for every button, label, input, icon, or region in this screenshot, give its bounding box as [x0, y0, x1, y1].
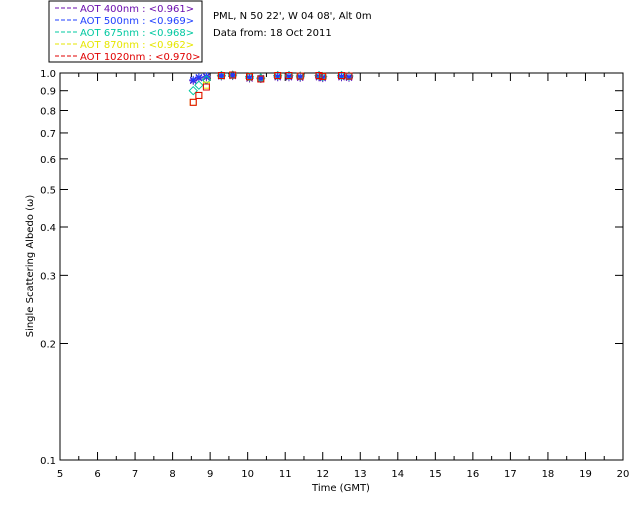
- legend-label: AOT 500nm : <0.969>: [80, 16, 194, 27]
- x-tick-label: 13: [354, 469, 367, 480]
- data-point: [195, 91, 203, 99]
- legend-label: AOT 675nm : <0.968>: [80, 28, 194, 39]
- x-tick-label: 11: [279, 469, 292, 480]
- x-tick-label: 8: [169, 469, 175, 480]
- y-tick-label: 0.8: [40, 107, 56, 118]
- chart: AOT 400nm : <0.961>AOT 500nm : <0.969>AO…: [25, 0, 630, 494]
- header-info: PML, N 50 22', W 04 08', Alt 0m Data fro…: [213, 11, 372, 39]
- x-tick-label: 10: [241, 469, 254, 480]
- y-tick-label: 0.7: [40, 129, 56, 140]
- y-axis-label: Single Scattering Albedo (ω): [25, 195, 36, 338]
- y-tick-label: 0.5: [40, 185, 56, 196]
- data-point: [202, 83, 210, 91]
- x-tick-label: 17: [504, 469, 517, 480]
- data-point: [189, 98, 197, 106]
- y-tick-label: 0.4: [40, 223, 56, 234]
- x-tick-label: 15: [429, 469, 442, 480]
- y-axis: 1.0 0.9 0.8 0.7 0.6 0.5 0.4 0.3 0.2 0.1: [40, 69, 623, 467]
- x-tick-label: 7: [132, 469, 138, 480]
- date-info: Data from: 18 Oct 2011: [213, 28, 332, 39]
- data-point: [195, 91, 203, 99]
- legend-label: AOT 1020nm : <0.970>: [80, 52, 200, 63]
- data-point: [194, 73, 203, 82]
- y-tick-label: 0.2: [40, 340, 56, 351]
- legend-label: AOT 870nm : <0.962>: [80, 40, 194, 51]
- x-tick-label: 9: [207, 469, 213, 480]
- y-tick-label: 0.1: [40, 456, 56, 467]
- y-tick-label: 1.0: [40, 69, 56, 80]
- y-tick-label: 0.3: [40, 271, 56, 282]
- y-tick-label: 0.9: [40, 87, 56, 98]
- plot-area: [59, 72, 624, 461]
- x-tick-label: 5: [57, 469, 63, 480]
- x-tick-label: 14: [391, 469, 404, 480]
- site-info: PML, N 50 22', W 04 08', Alt 0m: [213, 11, 372, 22]
- data-point: [189, 98, 197, 106]
- x-tick-label: 6: [94, 469, 100, 480]
- x-tick-label: 20: [617, 469, 630, 480]
- x-axis-label: Time (GMT): [311, 483, 370, 494]
- legend-label: AOT 400nm : <0.961>: [80, 4, 194, 15]
- x-tick-label: 16: [466, 469, 479, 480]
- x-tick-label: 19: [579, 469, 592, 480]
- x-axis: 5 6 7 8 9 10 11 12 13 14 15 16 17 18 19 20: [57, 73, 630, 480]
- x-tick-label: 18: [542, 469, 555, 480]
- legend: AOT 400nm : <0.961>AOT 500nm : <0.969>AO…: [48, 0, 203, 63]
- data-point: [202, 81, 210, 89]
- x-tick-label: 12: [316, 469, 329, 480]
- data-points: [188, 70, 354, 106]
- y-tick-label: 0.6: [40, 155, 56, 166]
